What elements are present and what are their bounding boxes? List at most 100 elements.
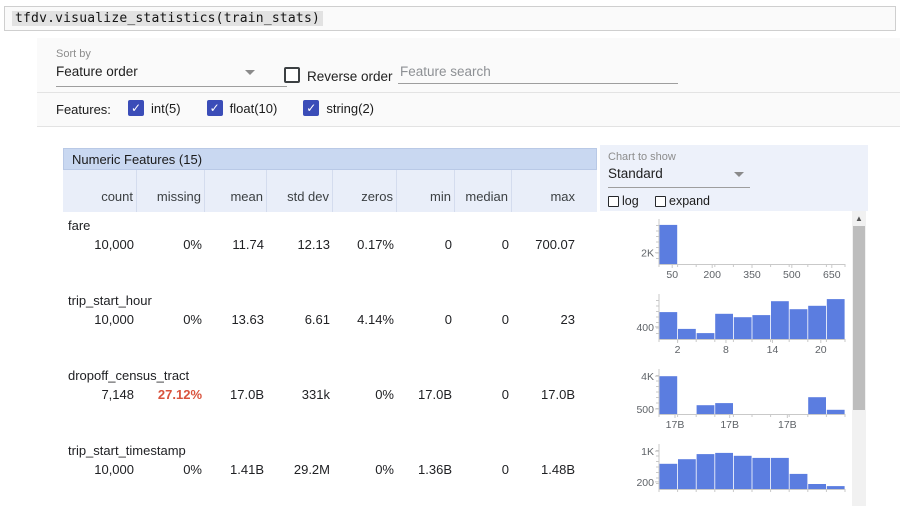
stat-mean: 13.63: [205, 312, 267, 327]
column-header-missing: missing: [137, 170, 205, 212]
type-filter-int[interactable]: ✓ int(5): [128, 100, 181, 116]
stat-median: 0: [455, 462, 512, 477]
svg-text:500: 500: [636, 404, 654, 416]
stat-max: 17.0B: [512, 387, 578, 402]
scrollbar-up-icon[interactable]: ▲: [852, 211, 866, 225]
column-header-count: count: [69, 170, 137, 212]
feature-filters-section: Features: ✓ int(5) ✓ float(10) ✓ string(2): [37, 93, 900, 127]
svg-text:1K: 1K: [641, 446, 654, 458]
stat-min: 0: [397, 237, 455, 252]
svg-text:200: 200: [636, 477, 654, 489]
chart-type-value: Standard: [608, 166, 663, 181]
type-filter-label: int(5): [151, 101, 181, 116]
stat-zeros: 0%: [333, 462, 397, 477]
stat-std-dev: 331k: [267, 387, 333, 402]
column-header-mean: mean: [205, 170, 267, 212]
stat-max: 1.48B: [512, 462, 578, 477]
sort-by-value: Feature order: [56, 64, 138, 79]
expand-checkbox[interactable]: [655, 196, 666, 207]
checkbox-icon[interactable]: ✓: [207, 100, 223, 116]
stat-max: 700.07: [512, 237, 578, 252]
stat-median: 0: [455, 387, 512, 402]
feature-name: dropoff_census_tract: [63, 365, 597, 383]
sort-by-underline: [56, 86, 287, 87]
stat-mean: 11.74: [205, 237, 267, 252]
stat-min: 1.36B: [397, 462, 455, 477]
sort-by-label: Sort by: [56, 48, 91, 60]
log-checkbox[interactable]: [608, 196, 619, 207]
histogram-trip_start_hour: 400281420: [612, 290, 847, 365]
feature-name: trip_start_timestamp: [63, 440, 597, 458]
chevron-down-icon: [245, 70, 255, 75]
histogram-dropoff_census_tract: 4K50017B17B17B: [612, 365, 847, 440]
svg-text:50: 50: [666, 269, 678, 281]
stat-max: 23: [512, 312, 578, 327]
chart-type-dropdown[interactable]: Standard: [608, 165, 750, 189]
type-filter-float[interactable]: ✓ float(10): [207, 100, 278, 116]
checkbox-icon[interactable]: ✓: [303, 100, 319, 116]
column-header-min: min: [397, 170, 455, 212]
stat-zeros: 0.17%: [333, 237, 397, 252]
histogram-trip_start_timestamp: 1K 200: [612, 440, 847, 506]
feature-name: trip_start_hour: [63, 290, 597, 308]
stat-min: 0: [397, 312, 455, 327]
feature-search-input[interactable]: [398, 60, 678, 84]
stat-median: 0: [455, 312, 512, 327]
svg-text:17B: 17B: [720, 419, 739, 431]
svg-text:2: 2: [675, 344, 681, 356]
column-header-max: max: [512, 170, 578, 212]
column-header-std-dev: std dev: [267, 170, 333, 212]
chart-type-underline: [608, 187, 750, 188]
svg-text:500: 500: [783, 269, 801, 281]
features-label: Features:: [56, 102, 111, 117]
scrollbar-thumb[interactable]: [853, 226, 865, 410]
reverse-order-checkbox[interactable]: [284, 67, 300, 83]
stat-missing: 0%: [137, 462, 205, 477]
expand-label: expand: [669, 194, 710, 208]
feature-type-filters: ✓ int(5) ✓ float(10) ✓ string(2): [128, 100, 374, 116]
svg-text:17B: 17B: [778, 419, 797, 431]
feature-row-trip_start_timestamp: trip_start_timestamp10,0000%1.41B29.2M0%…: [63, 440, 597, 506]
stat-missing: 0%: [137, 237, 205, 252]
feature-name: fare: [63, 215, 597, 233]
svg-text:400: 400: [636, 322, 654, 334]
column-header-zeros: zeros: [333, 170, 397, 212]
stat-count: 10,000: [69, 237, 137, 252]
chevron-down-icon: [734, 172, 744, 177]
feature-row-trip_start_hour: trip_start_hour10,0000%13.636.614.14%002…: [63, 290, 597, 365]
reverse-order-label: Reverse order: [307, 69, 393, 84]
stat-zeros: 4.14%: [333, 312, 397, 327]
svg-text:650: 650: [823, 269, 841, 281]
log-label: log: [622, 194, 639, 208]
chart-to-show-panel: Chart to show Standard log expand: [600, 145, 868, 211]
svg-text:200: 200: [703, 269, 721, 281]
code-cell-text: tfdv.visualize_statistics(train_stats): [12, 11, 323, 26]
stats-column-headers: countmissingmeanstd devzerosminmedianmax: [63, 170, 597, 212]
histogram-fare: 2K50200350500650: [612, 215, 847, 290]
type-filter-label: float(10): [230, 101, 278, 116]
type-filter-label: string(2): [326, 101, 374, 116]
column-header-median: median: [455, 170, 512, 212]
feature-row-dropoff_census_tract: dropoff_census_tract7,14827.12%17.0B331k…: [63, 365, 597, 440]
svg-text:17B: 17B: [666, 419, 685, 431]
stat-mean: 1.41B: [205, 462, 267, 477]
stat-mean: 17.0B: [205, 387, 267, 402]
svg-text:350: 350: [743, 269, 761, 281]
tfdv-statistics-widget: tfdv.visualize_statistics(train_stats) S…: [0, 0, 900, 506]
stat-count: 10,000: [69, 312, 137, 327]
stat-std-dev: 29.2M: [267, 462, 333, 477]
sort-by-dropdown[interactable]: Feature order: [56, 63, 287, 89]
numeric-features-header: Numeric Features (15): [63, 148, 597, 170]
code-cell[interactable]: tfdv.visualize_statistics(train_stats): [4, 6, 896, 31]
stat-min: 17.0B: [397, 387, 455, 402]
chart-to-show-label: Chart to show: [608, 151, 676, 163]
svg-text:8: 8: [723, 344, 729, 356]
feature-row-fare: fare10,0000%11.7412.130.17%00700.07: [63, 215, 597, 290]
stat-missing: 27.12%: [137, 387, 205, 402]
numeric-features-title: Numeric Features (15): [72, 152, 202, 167]
stat-count: 7,148: [69, 387, 137, 402]
type-filter-string[interactable]: ✓ string(2): [303, 100, 374, 116]
svg-text:20: 20: [815, 344, 827, 356]
stat-missing: 0%: [137, 312, 205, 327]
checkbox-icon[interactable]: ✓: [128, 100, 144, 116]
